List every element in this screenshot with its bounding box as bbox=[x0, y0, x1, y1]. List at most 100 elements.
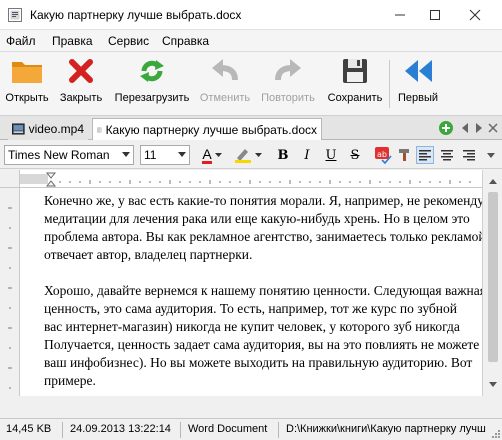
save-label: Сохранить bbox=[327, 92, 383, 104]
bold-button[interactable]: B bbox=[274, 146, 292, 164]
maximize-button[interactable] bbox=[415, 0, 455, 30]
undo-button[interactable]: Отменить bbox=[196, 56, 254, 112]
close-window-button[interactable] bbox=[455, 0, 495, 30]
format-overflow-button[interactable] bbox=[484, 147, 498, 163]
menu-help[interactable]: Справка bbox=[162, 34, 209, 48]
menu-bar: Файл Правка Сервис Справка bbox=[0, 30, 502, 52]
spellcheck-button[interactable]: ab bbox=[374, 146, 392, 164]
ruler-corner bbox=[0, 170, 20, 188]
main-toolbar: Открыть Закрыть Перезагрузить Отменить П… bbox=[0, 52, 502, 126]
menu-file[interactable]: Файл bbox=[6, 34, 36, 48]
font-color-button[interactable]: A bbox=[198, 146, 226, 164]
align-right-button[interactable] bbox=[460, 146, 478, 164]
chevron-down-icon bbox=[122, 152, 130, 157]
first-button[interactable]: Первый bbox=[392, 56, 444, 112]
strikethrough-button[interactable]: S bbox=[346, 146, 364, 164]
status-file-size: 14,45 KB bbox=[6, 423, 52, 435]
vertical-ruler-ticks bbox=[8, 207, 12, 389]
align-right-icon bbox=[463, 150, 475, 161]
menu-service[interactable]: Сервис bbox=[108, 34, 149, 48]
menu-edit[interactable]: Правка bbox=[52, 34, 93, 48]
redo-label: Повторить bbox=[261, 92, 315, 104]
undo-label: Отменить bbox=[199, 92, 251, 104]
highlight-button[interactable] bbox=[230, 146, 264, 164]
document-line: вас интернет-магазин) никогда не купит ч… bbox=[44, 319, 460, 334]
redo-icon bbox=[275, 59, 301, 81]
tab-document[interactable]: Какую партнерку лучше выбрать.docx bbox=[92, 118, 322, 140]
highlighter-icon bbox=[234, 149, 251, 163]
status-datetime: 24.09.2013 13:22:14 bbox=[70, 423, 171, 435]
underline-button[interactable]: U bbox=[322, 146, 340, 164]
video-file-icon bbox=[12, 123, 25, 135]
status-doc-type: Word Document bbox=[188, 423, 268, 435]
align-left-icon bbox=[419, 150, 431, 161]
chevron-right-icon bbox=[476, 123, 482, 133]
font-family-value: Times New Roman bbox=[8, 148, 110, 162]
resize-grip-icon bbox=[492, 430, 500, 438]
close-icon bbox=[488, 123, 498, 133]
font-size-select[interactable]: 11 bbox=[140, 145, 190, 165]
align-center-icon bbox=[441, 150, 453, 161]
status-bar: 14,45 KB 24.09.2013 13:22:14 Word Docume… bbox=[0, 418, 502, 440]
chevron-down-icon bbox=[487, 153, 495, 158]
close-button[interactable]: Закрыть bbox=[55, 56, 107, 112]
maximize-icon bbox=[430, 10, 440, 20]
document-body[interactable]: Конечно же, у вас есть какие-то понятия … bbox=[44, 192, 482, 390]
document-line: ваш инфобизнес). Но вы можете выходить н… bbox=[44, 355, 473, 370]
reload-label: Перезагрузить bbox=[114, 92, 190, 104]
chevron-left-icon bbox=[462, 123, 468, 133]
scroll-thumb[interactable] bbox=[488, 192, 498, 362]
redo-button[interactable]: Повторить bbox=[256, 56, 320, 112]
tab-video[interactable]: video.mp4 bbox=[8, 118, 88, 140]
open-button[interactable]: Открыть bbox=[4, 56, 50, 112]
close-label: Закрыть bbox=[59, 92, 103, 104]
tab-scroll-right[interactable] bbox=[474, 122, 484, 137]
resize-grip[interactable] bbox=[490, 427, 500, 440]
minimize-icon bbox=[395, 14, 405, 16]
save-button[interactable]: Сохранить bbox=[324, 56, 386, 112]
font-color-letter: A bbox=[202, 145, 212, 164]
undo-icon bbox=[212, 59, 238, 81]
status-file-path: D:\Книжки\книги\Какую партнерку лучше вы… bbox=[286, 423, 486, 435]
document-line: медитации для лечения рака или еще какую… bbox=[44, 211, 470, 226]
first-label: Первый bbox=[397, 92, 439, 104]
align-left-button[interactable] bbox=[416, 146, 434, 164]
tab-video-label: video.mp4 bbox=[28, 122, 84, 136]
reload-icon bbox=[140, 60, 164, 82]
document-line: Конечно же, у вас есть какие-то понятия … bbox=[44, 193, 482, 208]
scroll-down-button[interactable] bbox=[487, 380, 499, 390]
font-family-select[interactable]: Times New Roman bbox=[4, 145, 134, 165]
floppy-disk-icon bbox=[343, 59, 367, 83]
horizontal-ruler[interactable] bbox=[20, 170, 482, 188]
document-tabs: video.mp4 Какую партнерку лучше выбрать.… bbox=[0, 116, 502, 140]
new-tab-button[interactable] bbox=[438, 120, 454, 139]
chevron-down-icon bbox=[254, 152, 262, 157]
folder-icon bbox=[12, 62, 42, 83]
status-separator bbox=[180, 422, 181, 438]
document-line: отвечает автор, владелец партнерки. bbox=[44, 247, 253, 262]
vertical-ruler[interactable] bbox=[0, 188, 20, 396]
close-icon bbox=[469, 9, 481, 21]
vertical-scrollbar[interactable] bbox=[482, 170, 502, 396]
minimize-button[interactable] bbox=[380, 0, 420, 30]
italic-button[interactable]: I bbox=[298, 146, 316, 164]
tab-scroll-left[interactable] bbox=[460, 122, 470, 137]
ruler-ticks bbox=[20, 172, 471, 187]
scroll-up-button[interactable] bbox=[487, 176, 499, 186]
add-icon bbox=[439, 121, 453, 135]
app-icon bbox=[8, 8, 22, 22]
format-painter-button[interactable] bbox=[396, 146, 414, 164]
format-toolbar: Times New Roman 11 A B I U S ab bbox=[0, 141, 502, 169]
font-size-value: 11 bbox=[144, 148, 157, 162]
window-title: Какую партнерку лучше выбрать.docx bbox=[30, 8, 242, 22]
chevron-down-icon bbox=[178, 152, 186, 157]
chevron-down-icon bbox=[489, 382, 497, 387]
align-center-button[interactable] bbox=[438, 146, 456, 164]
reload-button[interactable]: Перезагрузить bbox=[110, 56, 194, 112]
tab-document-label: Какую партнерку лучше выбрать.docx bbox=[105, 122, 317, 137]
chevron-up-icon bbox=[489, 179, 497, 184]
document-line: Получается, ценность задает сама аудитор… bbox=[44, 337, 480, 352]
status-separator bbox=[62, 422, 63, 438]
tab-close[interactable] bbox=[488, 122, 498, 137]
document-editor[interactable]: Конечно же, у вас есть какие-то понятия … bbox=[20, 188, 482, 396]
